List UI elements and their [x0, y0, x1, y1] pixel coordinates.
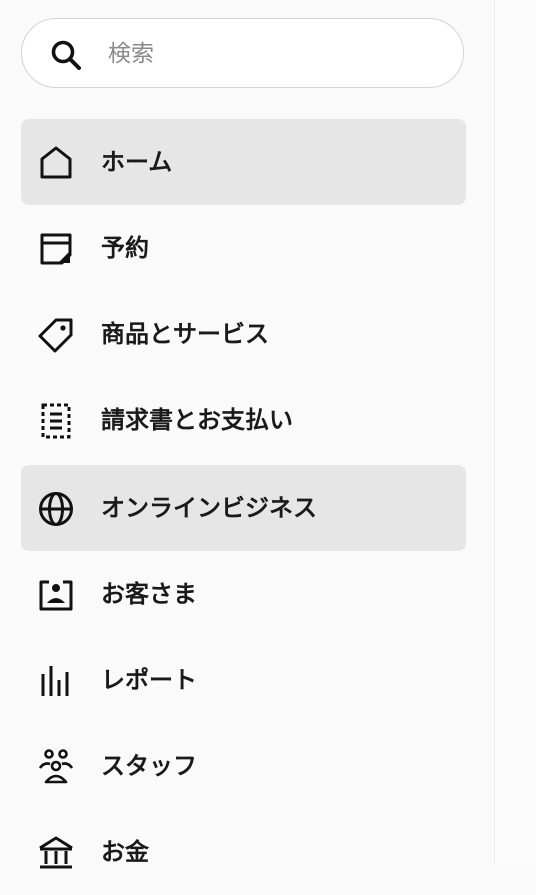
globe-icon — [39, 492, 73, 526]
home-icon — [40, 146, 72, 179]
sidebar-item-online-business[interactable]: オンラインビジネス — [21, 465, 466, 551]
sidebar-item-items-services[interactable]: 商品とサービス — [21, 291, 466, 377]
sidebar-item-reports[interactable]: レポート — [21, 637, 466, 723]
bank-icon — [39, 836, 73, 869]
calendar-icon — [40, 233, 72, 265]
bar-chart-icon — [41, 666, 69, 696]
sidebar-item-label: 商品とサービス — [101, 320, 269, 348]
sidebar-item-money[interactable]: お金 — [21, 809, 466, 895]
main-content-area — [495, 0, 536, 864]
tag-icon — [38, 318, 73, 353]
sidebar: ホーム 予約 商品とサービス 請求書とお支払い — [0, 0, 494, 869]
sidebar-item-label: ホーム — [101, 148, 173, 176]
sidebar-item-home[interactable]: ホーム — [21, 119, 466, 205]
search-icon — [51, 40, 81, 70]
search-input[interactable] — [108, 33, 438, 75]
invoice-icon — [41, 403, 71, 439]
sidebar-item-staff[interactable]: スタッフ — [21, 723, 466, 809]
sidebar-item-invoices-payments[interactable]: 請求書とお支払い — [21, 377, 466, 463]
sidebar-item-label: オンラインビジネス — [101, 494, 317, 522]
sidebar-item-label: 請求書とお支払い — [101, 406, 293, 434]
customer-card-icon — [39, 580, 73, 611]
sidebar-item-customers[interactable]: お客さま — [21, 551, 466, 637]
sidebar-item-label: 予約 — [101, 234, 149, 262]
sidebar-item-label: スタッフ — [101, 752, 197, 780]
search-box[interactable] — [21, 18, 464, 88]
sidebar-item-appointments[interactable]: 予約 — [21, 205, 466, 291]
team-icon — [38, 749, 74, 784]
sidebar-item-label: お客さま — [101, 580, 197, 608]
sidebar-item-label: レポート — [101, 666, 197, 694]
